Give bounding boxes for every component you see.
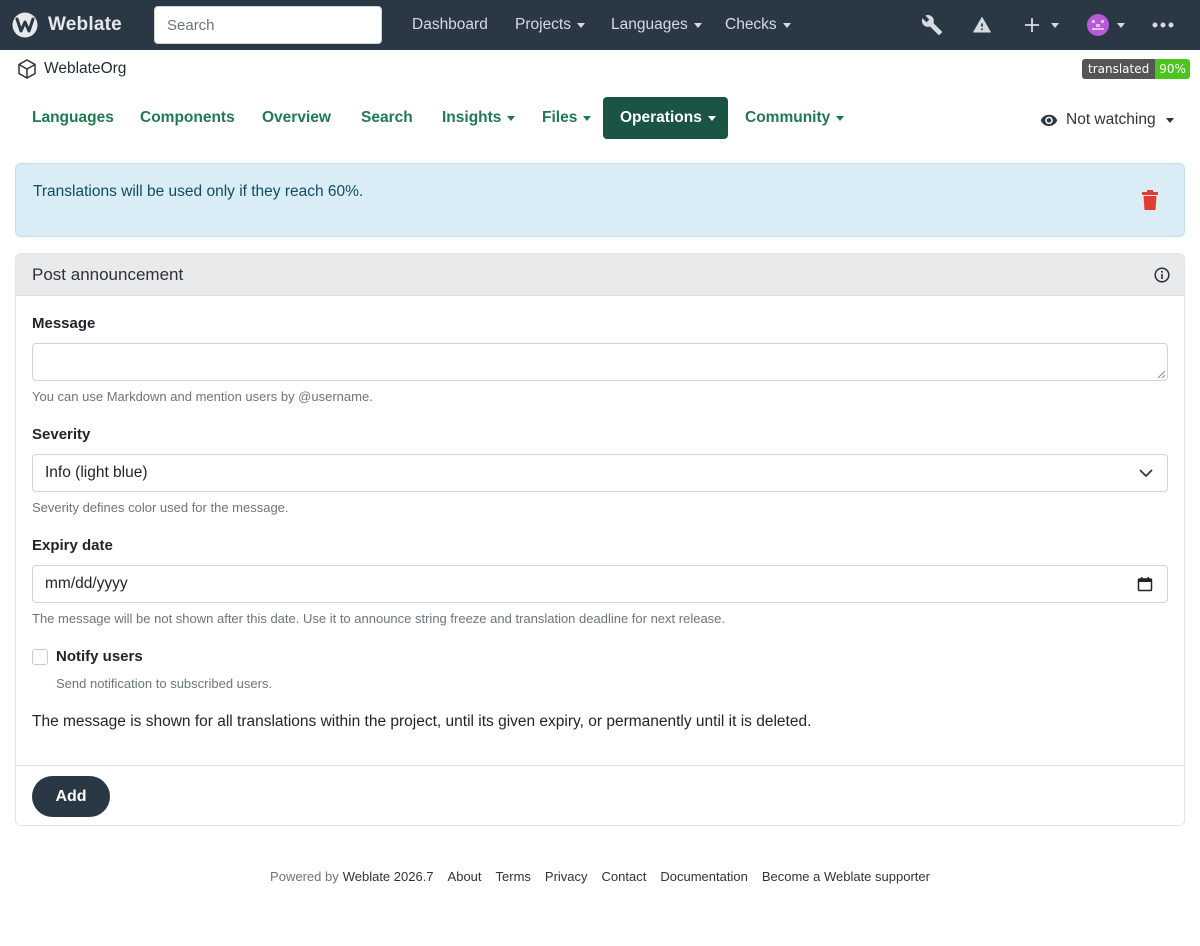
expiry-label: Expiry date: [32, 537, 113, 554]
expiry-hint: The message will be not shown after this…: [32, 611, 726, 626]
post-announcement-card: Post announcement Message You can use Ma…: [15, 253, 1185, 826]
avatar: [1087, 14, 1109, 36]
message-label: Message: [32, 315, 96, 332]
badge-label: translated: [1082, 59, 1156, 79]
info-icon[interactable]: [1154, 267, 1170, 283]
footer-terms-link[interactable]: Terms: [496, 869, 531, 884]
nav-projects-label: Projects: [515, 16, 571, 33]
project-cube-icon: [18, 59, 36, 79]
plus-icon: [1025, 18, 1039, 32]
more-menu-icon[interactable]: [1152, 13, 1174, 37]
card-title: Post announcement: [32, 265, 184, 284]
brand-name: Weblate: [48, 14, 122, 35]
message-textarea[interactable]: [32, 343, 1168, 381]
tab-files-label: Files: [542, 109, 578, 126]
footer-about-link[interactable]: About: [448, 869, 482, 884]
tab-search-label: Search: [361, 109, 413, 126]
breadcrumb: WeblateOrg: [16, 58, 126, 80]
message-hint: You can use Markdown and mention users b…: [32, 389, 373, 404]
tab-operations-label: Operations: [620, 109, 702, 126]
eye-icon: [1040, 114, 1058, 126]
tab-insights[interactable]: Insights: [442, 97, 516, 139]
tab-community-label: Community: [745, 109, 831, 126]
footer-contact-link[interactable]: Contact: [602, 869, 647, 884]
chevron-down-icon: [693, 22, 702, 28]
resize-handle-icon[interactable]: [1157, 370, 1165, 378]
notify-users-checkbox[interactable]: [32, 649, 48, 665]
tab-community[interactable]: Community: [745, 97, 845, 139]
severity-value: Info (light blue): [45, 464, 148, 481]
announcement-alert: Translations will be used only if they r…: [15, 163, 1185, 237]
chevron-down-icon: [707, 115, 716, 121]
alert-text: Translations will be used only if they r…: [33, 183, 364, 200]
announcement-note: The message is shown for all translation…: [32, 713, 812, 730]
chevron-down-icon: [1117, 22, 1125, 28]
tab-operations[interactable]: Operations: [603, 97, 728, 139]
badge-value: 90%: [1155, 59, 1190, 79]
user-menu[interactable]: [1087, 13, 1125, 37]
chevron-down-icon: [1051, 22, 1059, 28]
card-header: Post announcement: [16, 254, 1184, 296]
trash-icon[interactable]: [1142, 190, 1158, 210]
wrench-icon[interactable]: [921, 13, 943, 37]
tab-components[interactable]: Components: [140, 97, 235, 139]
nav-projects[interactable]: Projects: [515, 0, 585, 50]
watch-label: Not watching: [1066, 111, 1156, 128]
chevron-down-icon: [1165, 117, 1174, 123]
notify-users-label[interactable]: Notify users: [56, 648, 143, 665]
tab-insights-label: Insights: [442, 109, 502, 126]
warning-icon[interactable]: [972, 13, 992, 37]
footer-version-link[interactable]: Weblate 2026.7: [343, 869, 434, 884]
expiry-date-input[interactable]: mm/dd/yyyy: [32, 565, 1168, 603]
nav-dashboard[interactable]: Dashboard: [412, 0, 488, 50]
severity-select[interactable]: Info (light blue): [32, 454, 1168, 492]
powered-by-text: Powered by: [270, 868, 339, 884]
footer-supporter-link[interactable]: Become a Weblate supporter: [762, 869, 930, 884]
notify-users-hint: Send notification to subscribed users.: [56, 676, 273, 691]
footer-privacy-link[interactable]: Privacy: [545, 869, 588, 884]
chevron-down-icon: [577, 22, 585, 28]
tab-search[interactable]: Search: [361, 97, 413, 139]
chevron-down-icon: [583, 115, 592, 121]
tab-files[interactable]: Files: [542, 97, 592, 139]
nav-checks[interactable]: Checks: [725, 0, 791, 50]
tab-components-label: Components: [140, 109, 235, 126]
watch-dropdown[interactable]: Not watching: [1040, 108, 1174, 132]
nav-checks-label: Checks: [725, 16, 777, 33]
tab-overview-label: Overview: [262, 109, 331, 126]
brand-link[interactable]: Weblate: [12, 12, 122, 38]
tab-overview[interactable]: Overview: [262, 97, 331, 139]
severity-label: Severity: [32, 426, 91, 443]
chevron-down-icon: [836, 115, 845, 121]
calendar-icon[interactable]: [1137, 576, 1153, 592]
search-input[interactable]: Search: [154, 6, 382, 44]
add-menu[interactable]: [1023, 13, 1059, 37]
chevron-down-icon: [507, 115, 516, 121]
chevron-down-icon: [782, 22, 791, 28]
translated-badge[interactable]: translated 90%: [1082, 59, 1190, 79]
chevron-down-icon: [1139, 469, 1153, 478]
add-button[interactable]: Add: [32, 776, 110, 817]
search-placeholder: Search: [167, 16, 215, 34]
card-footer: Add: [16, 765, 1184, 825]
nav-dashboard-label: Dashboard: [412, 16, 488, 33]
severity-hint: Severity defines color used for the mess…: [32, 500, 289, 515]
breadcrumb-project-link[interactable]: WeblateOrg: [44, 60, 126, 78]
nav-languages[interactable]: Languages: [611, 0, 702, 50]
top-navbar: Weblate Search Dashboard Projects Langua…: [0, 0, 1200, 50]
weblate-logo-icon: [12, 12, 38, 38]
nav-languages-label: Languages: [611, 16, 688, 33]
footer-documentation-link[interactable]: Documentation: [660, 869, 747, 884]
expiry-value: mm/dd/yyyy: [45, 575, 128, 592]
page-footer: Powered by Weblate 2026.7 About Terms Pr…: [0, 866, 1200, 886]
tab-languages[interactable]: Languages: [32, 97, 114, 139]
tab-languages-label: Languages: [32, 109, 114, 126]
